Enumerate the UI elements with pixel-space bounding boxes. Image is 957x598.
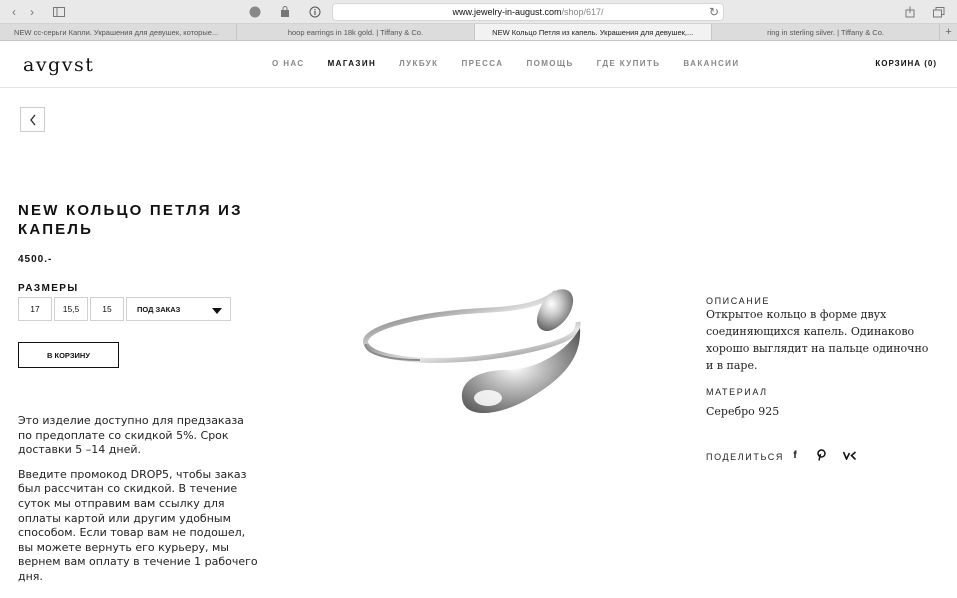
size-select[interactable]: ПОД ЗАКАЗ: [126, 297, 231, 321]
browser-tab[interactable]: ring in sterling silver. | Tiffany & Co.: [712, 24, 941, 40]
size-option[interactable]: 17: [18, 297, 52, 321]
adblock-icon[interactable]: [248, 4, 262, 20]
site-logo[interactable]: avgvst: [23, 54, 94, 76]
size-select-value: ПОД ЗАКАЗ: [137, 304, 181, 314]
facebook-icon[interactable]: f: [790, 449, 800, 461]
add-to-cart-button[interactable]: В КОРЗИНУ: [18, 342, 119, 368]
extension-icon[interactable]: [278, 4, 292, 20]
caret-down-icon: [212, 308, 222, 314]
info-icon[interactable]: [308, 4, 322, 20]
nav-item-where-to-buy[interactable]: ГДЕ КУПИТЬ: [597, 59, 661, 68]
forward-arrow-icon[interactable]: ›: [26, 4, 38, 20]
product-description: Открытое кольцо в форме двух соединяющих…: [706, 308, 929, 372]
sidebar-icon[interactable]: [52, 4, 66, 20]
nav-item-press[interactable]: ПРЕССА: [461, 59, 503, 68]
main-nav: О НАС МАГАЗИН ЛУКБУК ПРЕССА ПОМОЩЬ ГДЕ К…: [272, 59, 762, 68]
tab-bar: NEW сс-серьги Капли. Украшения для девуш…: [0, 24, 957, 41]
tab-title: hoop earrings in 18k gold. | Tiffany & C…: [287, 27, 424, 37]
nav-item-shop[interactable]: МАГАЗИН: [328, 59, 377, 68]
browser-toolbar: ‹ › www.jewelry-in-august.com/shop/617/ …: [0, 0, 957, 24]
tabs-overview-icon[interactable]: [932, 4, 946, 20]
back-arrow-icon[interactable]: ‹: [8, 4, 20, 20]
nav-item-help[interactable]: ПОМОЩЬ: [526, 59, 573, 68]
preorder-note: Это изделие доступно для предзаказа по п…: [18, 414, 258, 595]
nav-item-about[interactable]: О НАС: [272, 59, 305, 68]
browser-tab[interactable]: NEW сс-серьги Капли. Украшения для девуш…: [0, 24, 238, 40]
site-header: avgvst О НАС МАГАЗИН ЛУКБУК ПРЕССА ПОМОЩ…: [0, 41, 957, 88]
url-path: /shop/617/: [561, 7, 604, 17]
share-sheet-icon[interactable]: [903, 4, 917, 20]
size-option[interactable]: 15: [90, 297, 124, 321]
tab-title: NEW Кольцо Петля из капель. Украшения дл…: [492, 27, 694, 37]
url-host: www.jewelry-in-august.com: [452, 7, 562, 17]
address-bar[interactable]: www.jewelry-in-august.com/shop/617/: [332, 3, 724, 21]
browser-tab[interactable]: hoop earrings in 18k gold. | Tiffany & C…: [237, 24, 475, 40]
pinterest-icon[interactable]: [816, 449, 826, 461]
product-title: NEW КОЛЬЦО ПЕТЛЯ ИЗ КАПЕЛЬ: [18, 202, 243, 238]
share-label: ПОДЕЛИТЬСЯ: [706, 452, 784, 462]
material-label: МАТЕРИАЛ: [706, 387, 768, 397]
promo-text: Введите промокод DROP5, чтобы заказ был …: [18, 467, 258, 583]
tab-title: NEW сс-серьги Капли. Украшения для девуш…: [14, 27, 219, 37]
product-price: 4500.-: [18, 254, 53, 265]
cart-link[interactable]: КОРЗИНА (0): [875, 59, 937, 68]
nav-item-lookbook[interactable]: ЛУКБУК: [399, 59, 438, 68]
sizes-label: РАЗМЕРЫ: [18, 283, 79, 294]
tab-title: ring in sterling silver. | Tiffany & Co.: [767, 27, 884, 37]
chevron-left-icon: [29, 114, 36, 125]
back-button[interactable]: [20, 107, 45, 132]
vk-icon[interactable]: [842, 449, 856, 461]
preorder-text: Это изделие доступно для предзаказа по п…: [18, 414, 244, 457]
size-option[interactable]: 15,5: [54, 297, 88, 321]
new-tab-button[interactable]: +: [940, 24, 957, 40]
nav-item-vacancies[interactable]: ВАКАНСИИ: [683, 59, 739, 68]
browser-tab-active[interactable]: NEW Кольцо Петля из капель. Украшения дл…: [474, 24, 712, 40]
reload-icon[interactable]: ↻: [708, 4, 720, 20]
size-options: 17 15,5 15 ПОД ЗАКАЗ: [18, 297, 231, 321]
description-label: ОПИСАНИЕ: [706, 296, 771, 306]
product-image: [363, 289, 581, 414]
product-material: Серебро 925: [706, 405, 780, 418]
share-icons: f: [790, 449, 872, 461]
